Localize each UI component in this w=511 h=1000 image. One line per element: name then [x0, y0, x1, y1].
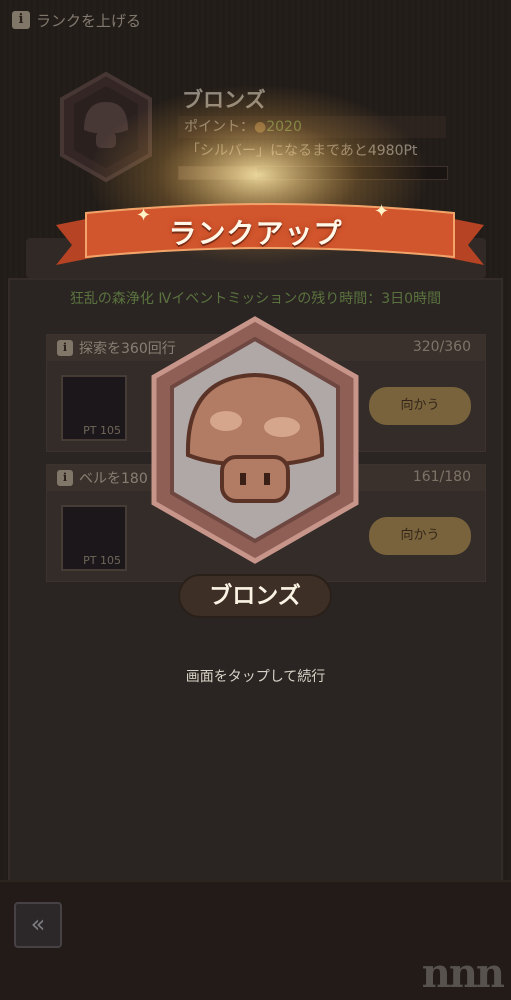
new-rank-label: ブロンズ: [209, 582, 301, 609]
mushroom-icon: [151, 316, 359, 564]
rank-up-title: ランクアップ: [168, 217, 343, 250]
tap-to-continue-text: 画面をタップして続行: [185, 669, 326, 685]
